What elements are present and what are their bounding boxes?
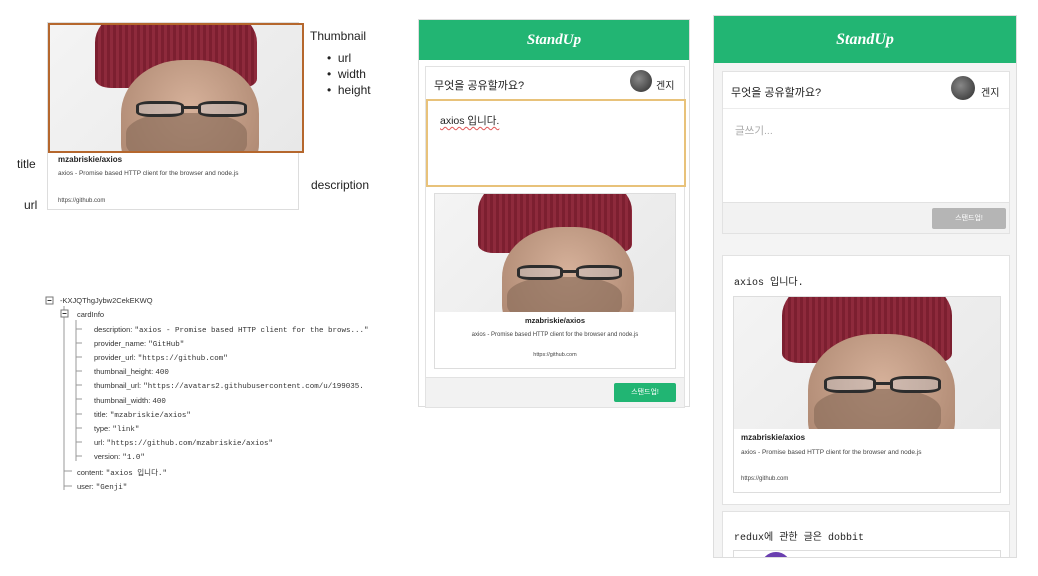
preview-title: mzabriskie/axios: [524, 316, 586, 325]
link-preview-card[interactable]: mzabriskie/axios axios - Promise based H…: [733, 296, 1001, 493]
tree-field: type: "link": [94, 424, 140, 434]
compose-box: 무엇을 공유할까요? 겐지 글쓰기... 스탠드업!: [722, 71, 1010, 234]
tree-lines: [45, 296, 82, 490]
tree-field: description: "axios - Promise based HTTP…: [94, 325, 369, 335]
compose-textarea[interactable]: axios 입니다.: [426, 99, 686, 187]
compose-text: axios 입니다.: [440, 115, 500, 127]
username: 겐지: [656, 81, 675, 92]
compose-prompt: 무엇을 공유할까요?: [731, 87, 822, 99]
user-avatar: [951, 76, 975, 100]
tree-field: provider_name: "GitHub": [94, 339, 185, 349]
feed-post: redux에 관한 글은 dobbit: [722, 511, 1010, 557]
compose-textarea[interactable]: 글쓰기...: [723, 108, 1009, 204]
user-avatar: [630, 70, 652, 92]
tree-root[interactable]: -KXJQThgJybw2CekEKWQ: [60, 296, 153, 305]
app-header: StandUp: [714, 16, 1016, 63]
app-header: StandUp: [419, 20, 689, 60]
app-window-compose: StandUp 무엇을 공유할까요? 겐지 axios 입니다. mzabris…: [418, 19, 690, 408]
feed-post: axios 입니다. mzabriskie/axios axios - Prom…: [722, 255, 1010, 505]
title-label: title: [17, 157, 36, 171]
preview-description: axios - Promise based HTTP client for th…: [471, 332, 639, 338]
compose-footer: 스탠드업!: [426, 377, 684, 407]
tree-field: url: "https://github.com/mzabriskie/axio…: [94, 438, 274, 448]
tree-cardinfo[interactable]: cardInfo: [77, 310, 104, 319]
thumbnail-field-url: • url: [327, 51, 352, 65]
preview-title: mzabriskie/axios: [741, 433, 806, 442]
tree-field: version: "1.0": [94, 452, 145, 462]
card-title: mzabriskie/axios: [58, 155, 123, 164]
post-content: axios 입니다.: [734, 278, 804, 289]
description-label: description: [311, 178, 370, 192]
post-content: redux에 관한 글은 dobbit: [734, 533, 865, 544]
tree-field: title: "mzabriskie/axios": [94, 410, 191, 420]
tree-field: provider_url: "https://github.com": [94, 353, 228, 363]
card-description: axios - Promise based HTTP client for th…: [58, 170, 239, 177]
url-label: url: [24, 198, 38, 212]
preview-url: https://github.com: [533, 352, 577, 358]
preview-thumbnail: [435, 194, 675, 312]
thumbnail-field-width: • width: [327, 67, 366, 81]
compose-footer: 스탠드업!: [723, 202, 1009, 233]
card-thumbnail: [48, 23, 304, 153]
standup-submit-button[interactable]: 스탠드업!: [614, 383, 676, 402]
link-preview-card[interactable]: mzabriskie/axios axios - Promise based H…: [434, 193, 676, 369]
preview-description: axios - Promise based HTTP client for th…: [741, 449, 922, 456]
tree-field: thumbnail_width: 400: [94, 396, 166, 406]
app-window-feed: StandUp 무엇을 공유할까요? 겐지 글쓰기... 스탠드업! axios…: [713, 15, 1017, 558]
username: 겐지: [981, 88, 1000, 99]
preview-url: https://github.com: [741, 476, 789, 482]
tree-user: user: "Genji": [77, 482, 128, 492]
card-url: https://github.com: [58, 198, 106, 204]
compose-placeholder: 글쓰기...: [735, 125, 773, 137]
tree-field: thumbnail_url: "https://avatars2.githubu…: [94, 381, 364, 391]
standup-submit-button[interactable]: 스탠드업!: [932, 208, 1006, 229]
compose-prompt: 무엇을 공유할까요?: [434, 80, 525, 92]
thumbnail-label: Thumbnail: [310, 29, 367, 43]
thumbnail-field-list: • url • width • height: [327, 50, 371, 98]
preview-thumbnail: [734, 297, 1000, 429]
tree-content: content: "axios 입니다.": [77, 468, 167, 478]
tree-field: thumbnail_height: 400: [94, 367, 169, 377]
compose-box: 무엇을 공유할까요? 겐지 axios 입니다. mzabriskie/axio…: [425, 66, 686, 408]
thumbnail-field-height: • height: [327, 83, 371, 97]
